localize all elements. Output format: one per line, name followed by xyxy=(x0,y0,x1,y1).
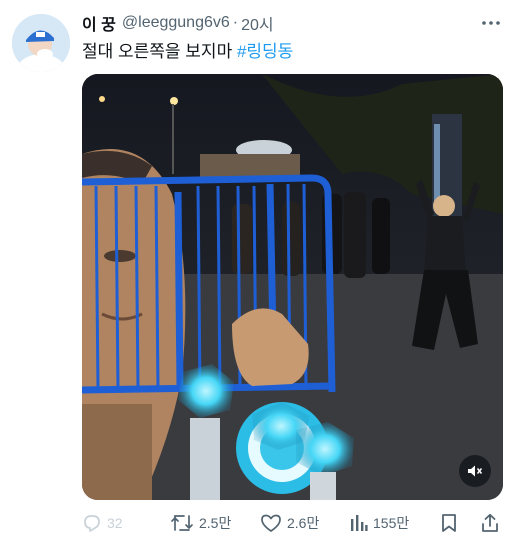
hashtag-link[interactable]: #링딩동 xyxy=(237,42,293,61)
action-bar: 32 2.5만 2.6만 155만 xyxy=(82,510,506,536)
user-handle[interactable]: @leeggung6v6 xyxy=(122,14,230,32)
share-button[interactable] xyxy=(480,510,500,536)
share-icon xyxy=(480,513,500,533)
reply-icon xyxy=(82,513,102,533)
view-count: 155만 xyxy=(373,515,410,531)
reply-count: 32 xyxy=(107,515,123,531)
views-button[interactable]: 155만 xyxy=(350,510,409,536)
avatar[interactable] xyxy=(12,14,70,72)
retweet-count: 2.5만 xyxy=(199,515,232,531)
like-count: 2.6만 xyxy=(287,515,320,531)
bookmark-button[interactable] xyxy=(440,510,458,536)
display-name[interactable]: 이 꿍 xyxy=(82,11,116,35)
reply-button[interactable]: 32 xyxy=(82,510,123,536)
timestamp[interactable]: 20시 xyxy=(241,11,274,35)
views-icon xyxy=(350,513,368,533)
bookmark-icon xyxy=(440,513,458,533)
volume-mute-icon[interactable] xyxy=(459,455,491,487)
heart-icon xyxy=(260,513,282,533)
retweet-button[interactable]: 2.5만 xyxy=(170,510,231,536)
tweet-text: 절대 오른쪽을 보지마 #링딩동 xyxy=(82,37,293,62)
tweet-body: 절대 오른쪽을 보지마 xyxy=(82,42,237,61)
tweet-header: 이 꿍 @leeggung6v6 · 20시 xyxy=(82,12,476,34)
retweet-icon xyxy=(170,513,194,533)
more-icon[interactable] xyxy=(480,14,502,32)
separator-dot: · xyxy=(232,14,239,31)
video-frame xyxy=(82,74,503,500)
video-player[interactable] xyxy=(82,74,503,500)
like-button[interactable]: 2.6만 xyxy=(260,510,319,536)
